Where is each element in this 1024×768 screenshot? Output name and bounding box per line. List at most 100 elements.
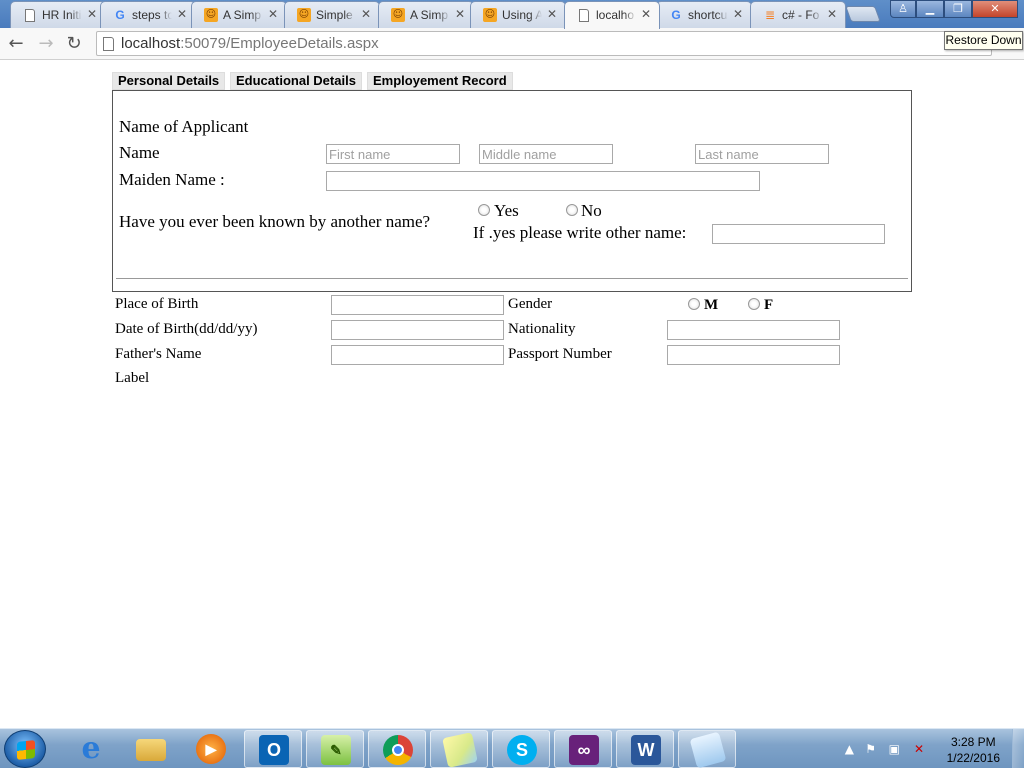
tab-close-icon[interactable]: ✕ (547, 7, 557, 21)
url-path: :50079/EmployeeDetails.aspx (180, 35, 379, 52)
yes-label: Yes (494, 201, 519, 220)
gender-m-radio[interactable] (688, 298, 700, 310)
page-icon (25, 9, 35, 22)
taskbar-word[interactable]: W (616, 730, 674, 768)
taskbar-visual-studio[interactable]: ∞ (554, 730, 612, 768)
restore-down-button[interactable]: ❐ (944, 0, 972, 18)
browser-tab[interactable]: ☺ A Simp ✕ (378, 1, 474, 28)
tab-close-icon[interactable]: ✕ (177, 7, 187, 21)
browser-toolbar: ← → ↻ localhost:50079/EmployeeDetails.as… (0, 28, 1024, 60)
browser-tab[interactable]: ☺ Using A ✕ (470, 1, 566, 28)
tab-title: steps to (132, 8, 172, 22)
user-icon[interactable]: ♙ (890, 0, 916, 18)
taskbar-outlook[interactable]: O (244, 730, 302, 768)
gender-f-radio[interactable] (748, 298, 760, 310)
tab-personal-details[interactable]: Personal Details (112, 72, 226, 90)
tab-title: shortcu (688, 8, 728, 22)
label-text: Label (115, 370, 150, 386)
other-name-input[interactable] (712, 224, 885, 244)
internet-explorer-icon: e (81, 731, 101, 766)
google-icon: G (671, 8, 681, 22)
maiden-name-input[interactable] (326, 171, 760, 191)
name-of-applicant-heading: Name of Applicant (119, 117, 249, 136)
reload-icon[interactable]: ↻ (62, 32, 86, 56)
gender-m-label: M (704, 297, 719, 313)
notepad-icon (689, 731, 727, 768)
tab-title: Using A (502, 8, 542, 22)
address-bar[interactable]: localhost:50079/EmployeeDetails.aspx (96, 31, 992, 56)
network-icon[interactable]: ▣ (889, 742, 900, 756)
first-name-input[interactable] (326, 144, 460, 164)
codeproject-icon: ☺ (204, 8, 218, 22)
place-of-birth-input[interactable] (331, 295, 504, 315)
notepad-plus-plus-icon: ✎ (321, 735, 351, 765)
windows-taskbar: e ▶ O ✎ S ∞ W ▲ ⚑ ▣ ✕ 3:28 PM 1/22/2016 (0, 728, 1024, 768)
forward-arrow-icon[interactable]: → (34, 32, 58, 56)
gender-label: Gender (508, 296, 553, 312)
tab-close-icon[interactable]: ✕ (361, 7, 371, 21)
taskbar-media-player[interactable]: ▶ (182, 730, 240, 768)
chrome-icon (383, 735, 413, 765)
nationality-input[interactable] (667, 320, 840, 340)
tab-title: Simple (316, 8, 353, 22)
minimize-button[interactable]: ▁ (916, 0, 944, 18)
browser-tab[interactable]: G steps to ✕ (100, 1, 196, 28)
taskbar-notepad[interactable] (678, 730, 736, 768)
taskbar-explorer[interactable] (122, 730, 180, 768)
browser-tab[interactable]: HR Initi ✕ (10, 1, 106, 28)
no-radio[interactable] (566, 204, 578, 216)
new-tab-button[interactable] (845, 6, 881, 22)
skype-icon: S (507, 735, 537, 765)
tab-close-icon[interactable]: ✕ (87, 7, 97, 21)
browser-tab[interactable]: ☺ A Simp ✕ (191, 1, 287, 28)
outlook-icon: O (259, 735, 289, 765)
browser-tab[interactable]: G shortcu ✕ (656, 1, 752, 28)
windows-logo-icon (17, 740, 35, 760)
taskbar-ie[interactable]: e (62, 730, 120, 768)
tab-close-icon[interactable]: ✕ (455, 7, 465, 21)
stackoverflow-icon: ≣ (764, 8, 776, 22)
tab-close-icon[interactable]: ✕ (733, 7, 743, 21)
divider-line (116, 278, 908, 279)
tab-title: c# - Fo (782, 8, 820, 22)
chrome-center-icon (392, 744, 404, 756)
back-arrow-icon[interactable]: ← (4, 32, 28, 56)
page-content: Personal Details Educational Details Emp… (0, 61, 1024, 728)
taskbar-chrome[interactable] (368, 730, 426, 768)
taskbar-skype[interactable]: S (492, 730, 550, 768)
start-button[interactable] (4, 730, 46, 768)
tab-title: A Simp (410, 8, 449, 22)
tab-title: localho (596, 8, 635, 22)
middle-name-input[interactable] (479, 144, 613, 164)
known-by-question: Have you ever been known by another name… (119, 212, 431, 231)
browser-tab[interactable]: ☺ Simple ✕ (284, 1, 380, 28)
passport-input[interactable] (667, 345, 840, 365)
browser-tab-strip: HR Initi ✕ G steps to ✕ ☺ A Simp ✕ ☺ Sim… (0, 0, 1024, 29)
codeproject-icon: ☺ (297, 8, 311, 22)
show-hidden-icons-icon[interactable]: ▲ (845, 742, 854, 756)
tab-close-icon[interactable]: ✕ (268, 7, 278, 21)
name-label: Name (119, 143, 160, 162)
gender-f-label: F (764, 297, 774, 313)
taskbar-notepadpp[interactable]: ✎ (306, 730, 364, 768)
fathers-name-label: Father's Name (115, 346, 202, 362)
action-center-flag-icon[interactable]: ⚑ (865, 742, 876, 756)
yes-radio[interactable] (478, 204, 490, 216)
show-desktop-button[interactable] (1012, 729, 1024, 768)
dob-label: Date of Birth(dd/dd/yy) (115, 321, 258, 337)
tab-close-icon[interactable]: ✕ (827, 7, 837, 21)
tab-employement-record[interactable]: Employement Record (367, 72, 513, 90)
browser-tab[interactable]: ≣ c# - Fo ✕ (750, 1, 846, 28)
word-icon: W (631, 735, 661, 765)
maiden-name-label: Maiden Name : (119, 170, 225, 189)
dob-input[interactable] (331, 320, 504, 340)
close-window-button[interactable]: ✕ (972, 0, 1018, 18)
tab-educational-details[interactable]: Educational Details (230, 72, 362, 90)
tab-close-icon[interactable]: ✕ (641, 7, 651, 21)
browser-tab-active[interactable]: localho ✕ (564, 1, 660, 29)
taskbar-sticky-notes[interactable] (430, 730, 488, 768)
fathers-name-input[interactable] (331, 345, 504, 365)
volume-muted-icon[interactable]: ✕ (914, 742, 924, 756)
system-clock[interactable]: 3:28 PM 1/22/2016 (947, 734, 1000, 766)
last-name-input[interactable] (695, 144, 829, 164)
